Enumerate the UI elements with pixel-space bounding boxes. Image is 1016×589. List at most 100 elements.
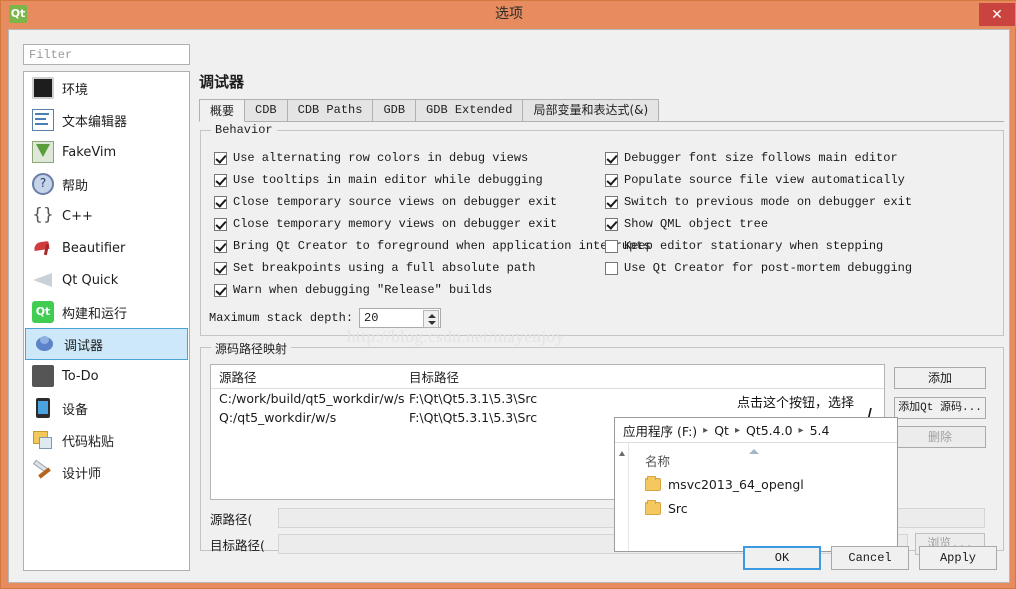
sidebar-item-label: FakeVim — [62, 144, 117, 160]
source-map-button-1[interactable]: 添加Qt 源码... — [894, 397, 986, 419]
behavior-group: Behavior Use alternating row colors in d… — [200, 123, 1004, 336]
designer-icon — [32, 459, 54, 483]
close-icon[interactable]: ✕ — [979, 3, 1015, 26]
sidebar-item-8[interactable]: 调试器 — [25, 328, 188, 360]
file-name-label: Src — [668, 500, 688, 516]
source-map-button-0[interactable]: 添加 — [894, 367, 986, 389]
tab-2[interactable]: CDB Paths — [286, 99, 374, 121]
behavior-option-right-0[interactable]: Debugger font size follows main editor — [605, 151, 898, 165]
checkbox-icon[interactable] — [214, 283, 227, 297]
source-path-label: 源路径( — [210, 511, 253, 527]
cpp-icon: {} — [32, 205, 54, 225]
sidebar-item-11[interactable]: 代码粘贴 — [24, 424, 189, 456]
checkbox-icon[interactable] — [214, 261, 227, 275]
folder-icon — [645, 475, 661, 491]
checkbox-label: Use tooltips in main editor while debugg… — [233, 173, 543, 187]
checkbox-icon[interactable] — [605, 151, 618, 165]
nav-collapse-icon[interactable] — [615, 443, 629, 551]
options-dialog: 环境 文本编辑器 FakeVim ? 帮助 {} C++ Beautifier Qt Q… — [8, 29, 1010, 583]
file-name-label: msvc2013_64_opengl — [668, 476, 804, 492]
tab-4[interactable]: GDB Extended — [415, 99, 524, 121]
breadcrumb-segment-0[interactable]: 应用程序 (F:) — [623, 421, 697, 440]
max-stack-depth-stepper[interactable]: 20 — [359, 308, 442, 328]
max-stack-depth-value: 20 — [364, 311, 379, 325]
text-editor-icon — [32, 109, 54, 131]
list-item[interactable]: msvc2013_64_opengl — [645, 474, 897, 494]
sort-ascending-icon[interactable] — [749, 449, 759, 454]
checkbox-icon[interactable] — [605, 239, 618, 253]
breadcrumb-separator-icon: ▸ — [703, 424, 709, 436]
behavior-option-left-5[interactable]: Set breakpoints using a full absolute pa… — [214, 261, 535, 275]
checkbox-icon[interactable] — [214, 239, 227, 253]
apply-button[interactable]: Apply — [919, 546, 997, 570]
sidebar-item-3[interactable]: ? 帮助 — [24, 168, 189, 200]
stepper-up-icon[interactable] — [424, 311, 438, 319]
breadcrumb[interactable]: 应用程序 (F:) ▸ Qt ▸ Qt5.4.0 ▸ 5.4 — [615, 418, 897, 443]
sidebar-item-5[interactable]: Beautifier — [24, 232, 189, 264]
category-list[interactable]: 环境 文本编辑器 FakeVim ? 帮助 {} C++ Beautifier Qt Q… — [23, 71, 190, 571]
checkbox-label: Bring Qt Creator to foreground when appl… — [233, 239, 651, 253]
sidebar-item-label: 帮助 — [62, 178, 89, 194]
tab-3[interactable]: GDB — [372, 99, 417, 121]
breadcrumb-segment-1[interactable]: Qt — [714, 423, 729, 438]
behavior-option-right-4[interactable]: Keep editor stationary when stepping — [605, 239, 883, 253]
window-title: 选项 — [495, 6, 523, 22]
max-stack-depth-label: Maximum stack depth: — [209, 311, 354, 325]
breadcrumb-segment-3[interactable]: 5.4 — [810, 423, 830, 438]
checkbox-label: Debugger font size follows main editor — [624, 151, 898, 165]
tab-0[interactable]: 概要 — [199, 99, 246, 122]
behavior-option-left-3[interactable]: Close temporary memory views on debugger… — [214, 217, 557, 231]
file-browser-popup[interactable]: 应用程序 (F:) ▸ Qt ▸ Qt5.4.0 ▸ 5.4 名称 msvc2013_64_… — [614, 417, 898, 552]
checkbox-icon[interactable] — [605, 217, 618, 231]
behavior-option-right-3[interactable]: Show QML object tree — [605, 217, 768, 231]
filter-box — [23, 44, 190, 65]
beautifier-icon — [32, 237, 54, 259]
sidebar-item-10[interactable]: 设备 — [24, 392, 189, 424]
behavior-option-left-6[interactable]: Warn when debugging "Release" builds — [214, 283, 492, 297]
sidebar-item-2[interactable]: FakeVim — [24, 136, 189, 168]
list-item[interactable]: Src — [645, 498, 897, 518]
column-header-target: 目标路径 — [409, 370, 460, 385]
checkbox-icon[interactable] — [214, 195, 227, 209]
search-input[interactable] — [24, 45, 189, 64]
breadcrumb-segment-2[interactable]: Qt5.4.0 — [746, 423, 793, 438]
cell-source: Q:/qt5_workdir/w/s — [219, 410, 337, 425]
checkbox-icon[interactable] — [214, 151, 227, 165]
sidebar-item-12[interactable]: 设计师 — [24, 456, 189, 488]
sidebar-item-label: 设备 — [62, 402, 89, 418]
sidebar-item-1[interactable]: 文本编辑器 — [24, 104, 189, 136]
behavior-option-left-2[interactable]: Close temporary source views on debugger… — [214, 195, 557, 209]
sidebar-item-label: 环境 — [62, 82, 89, 98]
checkbox-icon[interactable] — [605, 261, 618, 275]
source-path-mapping-title: 源码路径映射 — [211, 340, 292, 357]
file-list-pane: 名称 msvc2013_64_opengl Src — [629, 443, 897, 551]
tab-1[interactable]: CDB — [244, 99, 288, 121]
sidebar-item-0[interactable]: 环境 — [24, 72, 189, 104]
sidebar-item-label: 构建和运行 — [62, 306, 128, 322]
stepper-down-icon[interactable] — [424, 319, 438, 327]
fakevim-icon — [32, 141, 54, 163]
cell-target: F:\Qt\Qt5.3.1\5.3\Src — [409, 391, 538, 406]
sidebar-item-7[interactable]: Qt 构建和运行 — [24, 296, 189, 328]
behavior-option-left-4[interactable]: Bring Qt Creator to foreground when appl… — [214, 239, 651, 253]
behavior-option-right-1[interactable]: Populate source file view automatically — [605, 173, 905, 187]
tab-5[interactable]: 局部变量和表达式(&) — [522, 99, 660, 121]
ok-button[interactable]: OK — [743, 546, 821, 570]
table-header: 源路径 目标路径 — [211, 365, 884, 389]
checkbox-icon[interactable] — [214, 217, 227, 231]
checkbox-icon[interactable] — [605, 195, 618, 209]
behavior-option-left-1[interactable]: Use tooltips in main editor while debugg… — [214, 173, 543, 187]
checkbox-icon[interactable] — [605, 173, 618, 187]
behavior-option-left-0[interactable]: Use alternating row colors in debug view… — [214, 151, 528, 165]
sidebar-item-9[interactable]: To-Do — [24, 360, 189, 392]
behavior-option-right-2[interactable]: Switch to previous mode on debugger exit — [605, 195, 912, 209]
cancel-button[interactable]: Cancel — [831, 546, 909, 570]
checkbox-label: Use Qt Creator for post-mortem debugging — [624, 261, 913, 275]
stepper-buttons[interactable] — [423, 310, 440, 328]
checkbox-icon[interactable] — [214, 173, 227, 187]
build-run-icon: Qt — [32, 301, 54, 323]
behavior-option-right-5[interactable]: Use Qt Creator for post-mortem debugging — [605, 261, 912, 275]
sidebar-item-6[interactable]: Qt Quick — [24, 264, 189, 296]
code-paste-icon — [32, 429, 54, 451]
sidebar-item-4[interactable]: {} C++ — [24, 200, 189, 232]
